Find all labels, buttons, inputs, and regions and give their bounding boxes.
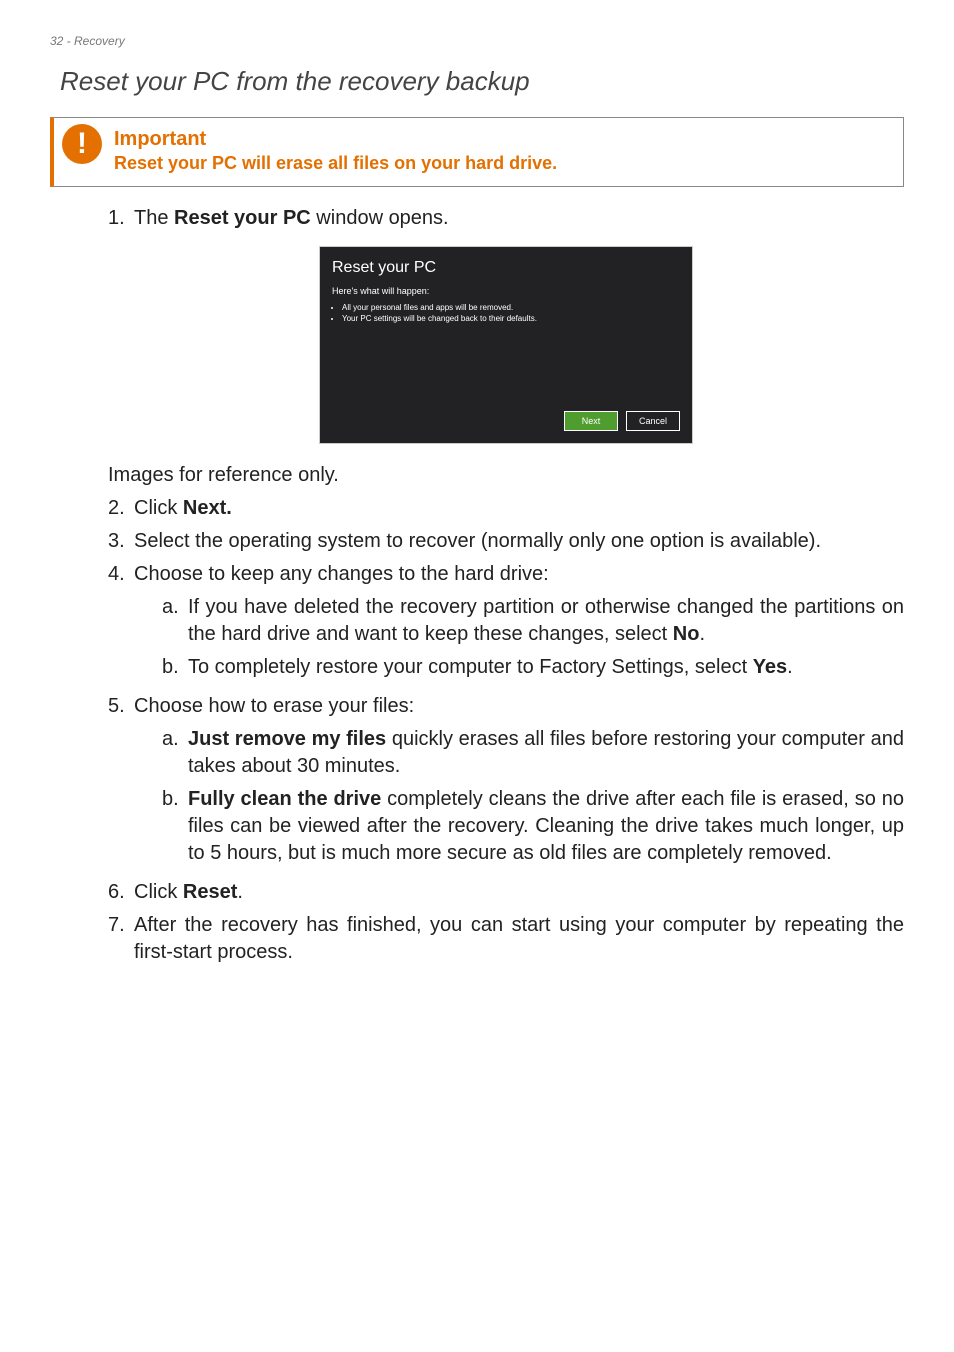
step-4: 4. Choose to keep any changes to the har… xyxy=(108,561,904,687)
page: 32 - Recovery Reset your PC from the rec… xyxy=(0,0,954,1352)
dialog-bullet: Your PC settings will be changed back to… xyxy=(342,314,680,325)
substep-marker: b. xyxy=(162,654,188,681)
substep-text-bold: Fully clean the drive xyxy=(188,788,381,810)
step-text: Select the operating system to recover (… xyxy=(134,528,904,555)
important-callout: ! Important Reset your PC will erase all… xyxy=(50,117,904,187)
dialog-buttons: Next Cancel xyxy=(564,411,680,431)
step-marker: 7. xyxy=(108,912,134,966)
step-2: 2. Click Next. xyxy=(108,495,904,522)
step-6: 6. Click Reset. xyxy=(108,879,904,906)
important-body: Reset your PC will erase all files on yo… xyxy=(114,153,889,174)
step-text: Click xyxy=(134,881,183,903)
step-marker: 1. xyxy=(108,205,134,232)
screenshot-wrap: Reset your PC Here's what will happen: A… xyxy=(108,246,904,444)
step-marker: 2. xyxy=(108,495,134,522)
substep-text: . xyxy=(699,623,705,645)
section-title: Reset your PC from the recovery backup xyxy=(60,66,904,97)
substep-text-bold: Just remove my files xyxy=(188,728,386,750)
substep-marker: b. xyxy=(162,786,188,867)
substep-text: . xyxy=(787,656,793,678)
substep-text: If you have deleted the recovery partiti… xyxy=(188,596,904,645)
step-text: Choose to keep any changes to the hard d… xyxy=(134,561,904,588)
substep-marker: a. xyxy=(162,726,188,780)
reset-pc-dialog: Reset your PC Here's what will happen: A… xyxy=(319,246,693,444)
step-marker: 6. xyxy=(108,879,134,906)
step-1: 1. The Reset your PC window opens. xyxy=(108,205,904,232)
substep-5a: a. Just remove my files quickly erases a… xyxy=(162,726,904,780)
step-7: 7. After the recovery has finished, you … xyxy=(108,912,904,966)
important-title: Important xyxy=(114,128,889,151)
step-3: 3. Select the operating system to recove… xyxy=(108,528,904,555)
step-marker: 5. xyxy=(108,693,134,873)
step-5: 5. Choose how to erase your files: a. Ju… xyxy=(108,693,904,873)
images-note: Images for reference only. xyxy=(108,462,904,489)
substep-4b: b. To completely restore your computer t… xyxy=(162,654,904,681)
page-header: 32 - Recovery xyxy=(50,34,904,48)
substep-text-bold: Yes xyxy=(753,656,787,678)
steps-list: 1. The Reset your PC window opens. Reset… xyxy=(108,205,904,966)
step-text: Click xyxy=(134,497,183,519)
dialog-bullets: All your personal files and apps will be… xyxy=(332,303,680,325)
substep-5b: b. Fully clean the drive completely clea… xyxy=(162,786,904,867)
step-text: After the recovery has finished, you can… xyxy=(134,912,904,966)
step-text: . xyxy=(237,881,243,903)
substep-text-bold: No xyxy=(673,623,700,645)
step-text: window opens. xyxy=(311,207,449,229)
dialog-subtitle: Here's what will happen: xyxy=(332,285,680,297)
next-button[interactable]: Next xyxy=(564,411,618,431)
step-text-bold: Next. xyxy=(183,497,232,519)
dialog-title: Reset your PC xyxy=(332,257,680,279)
step-text: Choose how to erase your files: xyxy=(134,693,904,720)
dialog-bullet: All your personal files and apps will be… xyxy=(342,303,680,314)
step-text: The xyxy=(134,207,174,229)
substep-text: To completely restore your computer to F… xyxy=(188,656,753,678)
step-marker: 3. xyxy=(108,528,134,555)
warning-icon: ! xyxy=(62,124,102,164)
step-marker: 4. xyxy=(108,561,134,687)
substep-4a: a. If you have deleted the recovery part… xyxy=(162,594,904,648)
cancel-button[interactable]: Cancel xyxy=(626,411,680,431)
step-text-bold: Reset your PC xyxy=(174,207,311,229)
substep-marker: a. xyxy=(162,594,188,648)
step-text-bold: Reset xyxy=(183,881,237,903)
